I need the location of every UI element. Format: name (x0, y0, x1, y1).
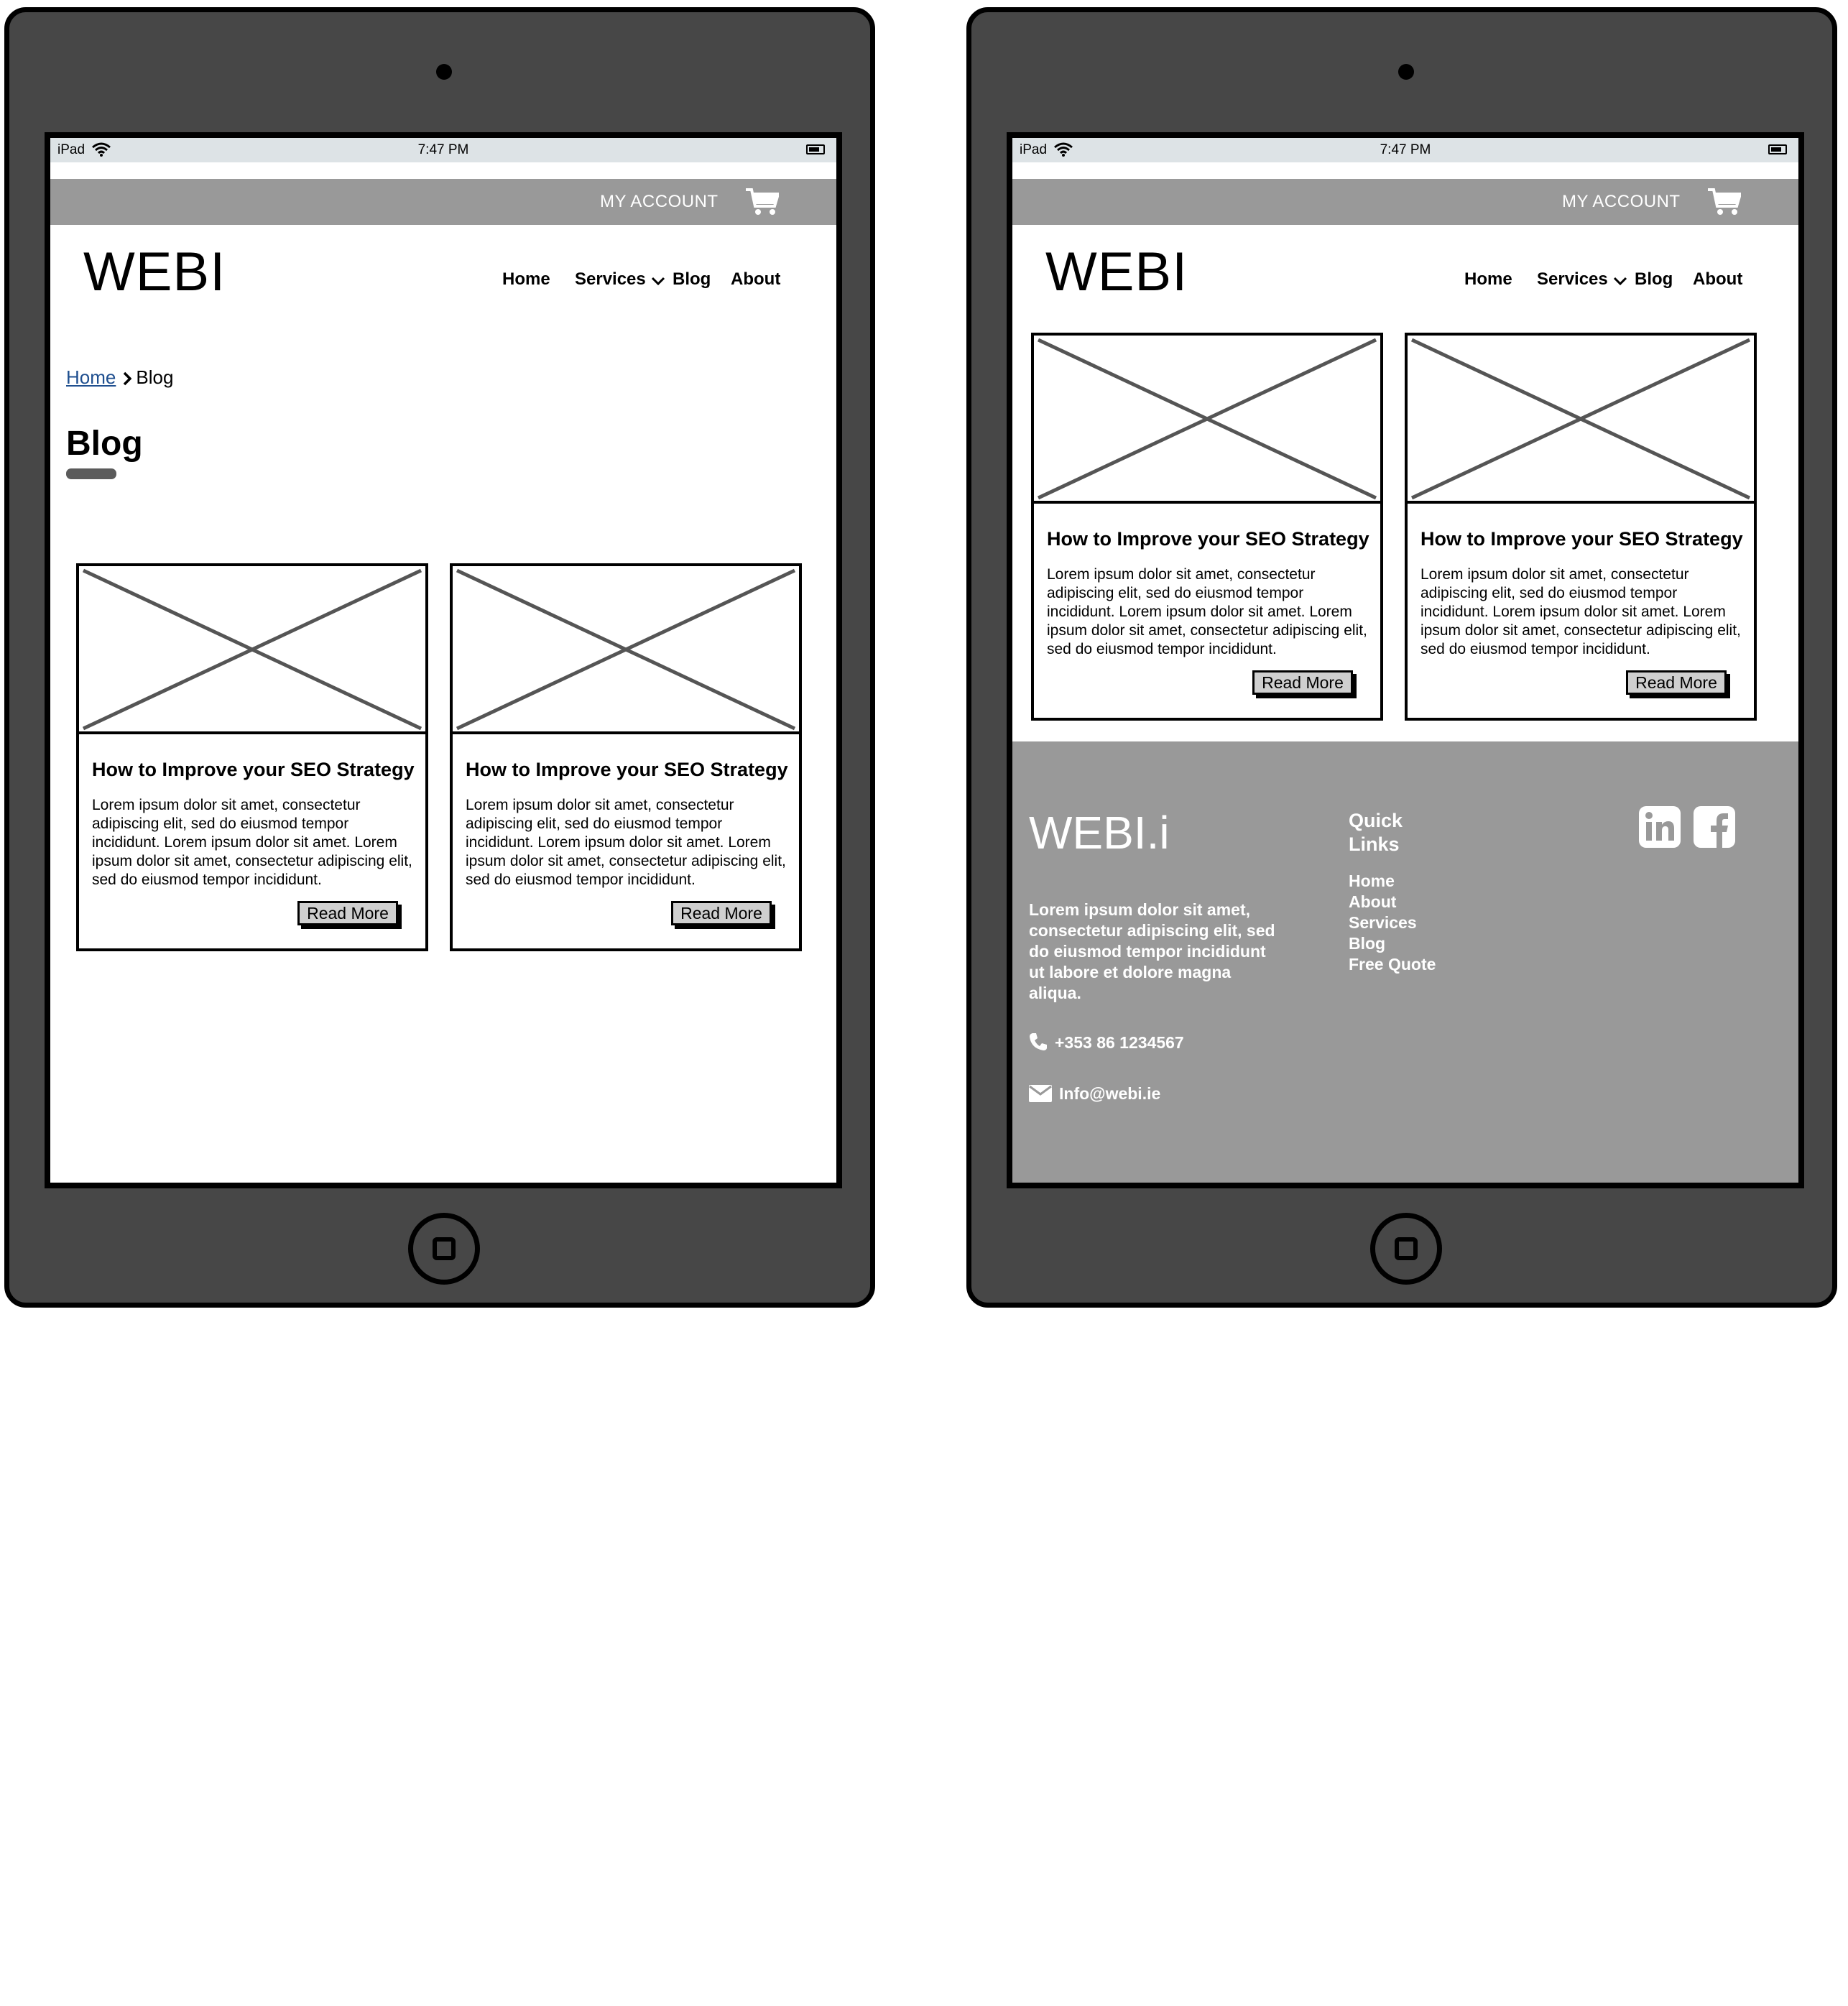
battery-icon (806, 144, 825, 154)
status-time: 7:47 PM (417, 142, 469, 157)
blog-card: How to Improve your SEO Strategy Lorem i… (450, 563, 802, 951)
chevron-right-icon (123, 369, 132, 391)
tablet-frame-right: iPad 7:47 PM MY ACCOUNT WEBI Home Servic… (966, 7, 1837, 1308)
image-placeholder-icon (79, 566, 425, 734)
card-text: Lorem ipsum dolor sit amet, consectetur … (466, 797, 786, 888)
card-text: Lorem ipsum dolor sit amet, consectetur … (92, 797, 412, 888)
camera-icon (436, 64, 452, 80)
screen-blog-page: iPad 7:47 PM MY ACCOUNT WEBI Home Servic… (45, 132, 842, 1188)
phone-number[interactable]: +353 86 1234567 (1055, 1033, 1184, 1052)
footer-description: Lorem ipsum dolor sit amet, consectetur … (1029, 900, 1275, 1002)
blog-card: How to Improve your SEO Strategy Lorem i… (76, 563, 428, 951)
site-logo[interactable]: WEBI (1045, 241, 1188, 303)
image-placeholder-icon (1408, 336, 1754, 504)
linkedin-icon[interactable] (1639, 806, 1681, 851)
footer-logo[interactable]: WEBI.i (1029, 806, 1170, 859)
nav-blog[interactable]: Blog (673, 269, 711, 290)
quick-links-list: Home About Services Blog Free Quote (1349, 871, 1436, 975)
image-placeholder-icon (1034, 336, 1380, 504)
chevron-down-icon[interactable] (651, 276, 665, 289)
home-square-icon (1395, 1237, 1418, 1260)
battery-icon (1768, 144, 1787, 154)
camera-icon (1398, 64, 1414, 80)
blog-card: How to Improve your SEO Strategy Lorem i… (1405, 333, 1757, 721)
footer-phone[interactable]: +353 86 1234567 (1029, 1032, 1184, 1055)
device-home-button[interactable] (1370, 1213, 1442, 1285)
card-text: Lorem ipsum dolor sit amet, consectetur … (1047, 566, 1367, 657)
card-title[interactable]: How to Improve your SEO Strategy (1047, 528, 1369, 550)
home-square-icon (433, 1237, 456, 1260)
phone-icon (1029, 1032, 1048, 1055)
nav-home[interactable]: Home (502, 269, 550, 290)
breadcrumb-home-link[interactable]: Home (66, 366, 116, 388)
screen-blog-page-scrolled: iPad 7:47 PM MY ACCOUNT WEBI Home Servic… (1007, 132, 1804, 1188)
card-title[interactable]: How to Improve your SEO Strategy (466, 759, 788, 781)
read-more-button[interactable]: Read More (297, 901, 398, 925)
nav-about[interactable]: About (731, 269, 780, 290)
title-underline (66, 468, 116, 479)
shopping-cart-icon[interactable] (1708, 188, 1742, 220)
my-account-link[interactable]: MY ACCOUNT (1562, 192, 1681, 212)
nav-about[interactable]: About (1693, 269, 1742, 290)
nav-home[interactable]: Home (1464, 269, 1512, 290)
image-placeholder-icon (453, 566, 799, 734)
quick-link-services[interactable]: Services (1349, 912, 1436, 933)
quick-link-home[interactable]: Home (1349, 871, 1436, 892)
email-address[interactable]: Info@webi.ie (1059, 1084, 1160, 1103)
site-logo[interactable]: WEBI (83, 241, 226, 303)
tablet-frame-left: iPad 7:47 PM MY ACCOUNT WEBI Home Servic… (4, 7, 875, 1308)
status-time: 7:47 PM (1380, 142, 1431, 157)
quick-link-free-quote[interactable]: Free Quote (1349, 954, 1436, 975)
card-text: Lorem ipsum dolor sit amet, consectetur … (1420, 566, 1741, 657)
card-title[interactable]: How to Improve your SEO Strategy (1420, 528, 1743, 550)
nav-services[interactable]: Services (1537, 269, 1608, 290)
quick-links-title: Quick Links (1349, 810, 1403, 855)
footer-email[interactable]: Info@webi.ie (1029, 1084, 1160, 1106)
breadcrumb: Home Blog (66, 366, 173, 391)
nav-services[interactable]: Services (575, 269, 646, 290)
status-bar: iPad 7:47 PM (50, 138, 836, 162)
my-account-link[interactable]: MY ACCOUNT (600, 192, 719, 212)
account-bar: MY ACCOUNT (50, 179, 836, 225)
page-title: Blog (66, 425, 143, 463)
breadcrumb-current: Blog (136, 366, 174, 388)
envelope-icon (1029, 1085, 1052, 1106)
read-more-button[interactable]: Read More (1626, 670, 1727, 695)
account-bar: MY ACCOUNT (1012, 179, 1798, 225)
card-title[interactable]: How to Improve your SEO Strategy (92, 759, 415, 781)
quick-link-blog[interactable]: Blog (1349, 933, 1436, 954)
quick-link-about[interactable]: About (1349, 892, 1436, 912)
read-more-button[interactable]: Read More (1252, 670, 1353, 695)
facebook-icon[interactable] (1694, 806, 1735, 851)
read-more-button[interactable]: Read More (671, 901, 772, 925)
site-footer: WEBI.i Lorem ipsum dolor sit amet, conse… (1012, 741, 1798, 1183)
device-home-button[interactable] (408, 1213, 480, 1285)
shopping-cart-icon[interactable] (746, 188, 780, 220)
chevron-down-icon[interactable] (1613, 276, 1627, 289)
status-bar: iPad 7:47 PM (1012, 138, 1798, 162)
blog-card: How to Improve your SEO Strategy Lorem i… (1031, 333, 1383, 721)
nav-blog[interactable]: Blog (1635, 269, 1673, 290)
